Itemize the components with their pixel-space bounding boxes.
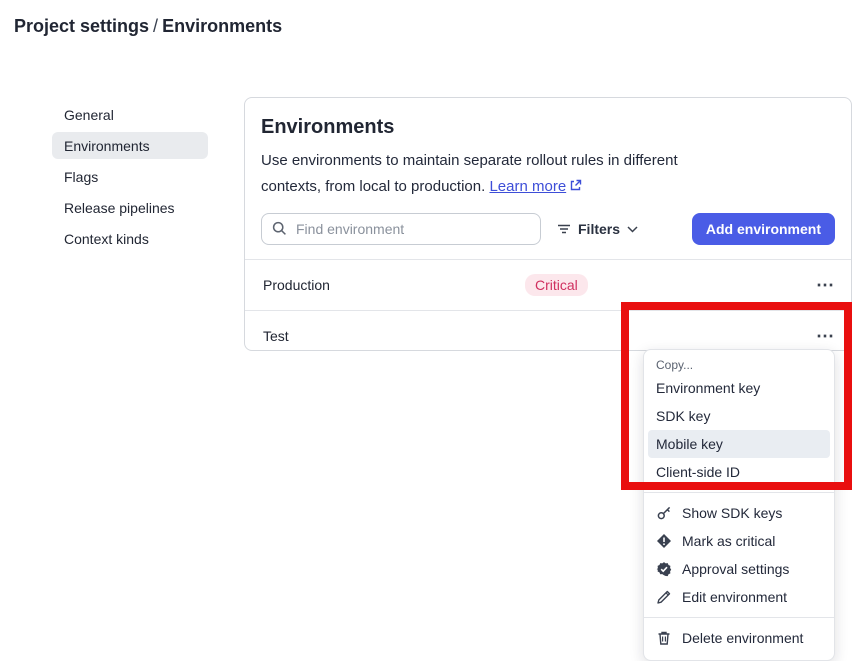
trash-icon [656,630,672,646]
menu-item-label: Delete environment [682,630,803,646]
chevron-down-icon [627,226,638,233]
row-actions-button[interactable]: ⋯ [816,276,835,294]
filters-label: Filters [578,221,620,237]
menu-divider [644,492,834,493]
search-box [261,213,541,245]
row-actions-button[interactable]: ⋯ [816,327,835,345]
search-input[interactable] [261,213,541,245]
critical-badge: Critical [525,274,588,296]
settings-sidebar: General Environments Flags Release pipel… [52,101,208,256]
menu-item-label: Mark as critical [682,533,775,549]
toolbar: Filters Add environment [261,213,835,245]
learn-more-link[interactable]: Learn more [489,178,566,195]
filter-lines-icon [557,223,571,235]
card-description: Use environments to maintain separate ro… [261,148,733,200]
menu-item-mark-as-critical[interactable]: Mark as critical [644,527,834,555]
sidebar-item-general[interactable]: General [52,101,208,128]
env-name: Test [263,328,289,344]
menu-item-delete-environment[interactable]: Delete environment [644,624,834,652]
menu-item-label: Show SDK keys [682,505,782,521]
env-row-production[interactable]: Production Critical ⋯ [245,260,851,310]
key-icon [656,505,672,521]
breadcrumb-environments: Environments [162,16,282,36]
sidebar-item-label: Flags [64,169,98,185]
sidebar-item-label: General [64,107,114,123]
environments-card: Environments Use environments to maintai… [244,97,852,351]
pencil-icon [656,589,672,605]
menu-item-environment-key[interactable]: Environment key [644,374,834,402]
copy-section-label: Copy... [644,356,834,374]
search-icon [272,221,287,236]
sidebar-item-environments[interactable]: Environments [52,132,208,159]
menu-divider [644,617,834,618]
menu-item-label: Edit environment [682,589,787,605]
menu-item-show-sdk-keys[interactable]: Show SDK keys [644,499,834,527]
description-text: Use environments to maintain separate ro… [261,152,678,195]
card-title: Environments [261,116,835,139]
sidebar-item-label: Environments [64,138,150,154]
add-environment-button[interactable]: Add environment [692,213,835,245]
menu-item-sdk-key[interactable]: SDK key [644,402,834,430]
breadcrumb: Project settings/Environments [14,16,282,37]
sidebar-item-release-pipelines[interactable]: Release pipelines [52,194,208,221]
filters-button[interactable]: Filters [557,221,638,237]
row-actions-menu: Copy... Environment key SDK key Mobile k… [643,349,835,661]
sidebar-item-flags[interactable]: Flags [52,163,208,190]
env-name: Production [263,277,330,293]
sidebar-item-label: Release pipelines [64,200,175,216]
breadcrumb-separator: / [149,16,162,36]
sidebar-item-context-kinds[interactable]: Context kinds [52,225,208,252]
external-link-icon [569,179,582,192]
sidebar-item-label: Context kinds [64,231,149,247]
approval-seal-icon [656,561,672,577]
menu-item-mobile-key[interactable]: Mobile key [648,430,830,458]
menu-item-client-side-id[interactable]: Client-side ID [644,458,834,486]
menu-item-edit-environment[interactable]: Edit environment [644,583,834,611]
critical-icon [656,533,672,549]
menu-item-approval-settings[interactable]: Approval settings [644,555,834,583]
breadcrumb-project-settings[interactable]: Project settings [14,16,149,36]
menu-item-label: Approval settings [682,561,789,577]
